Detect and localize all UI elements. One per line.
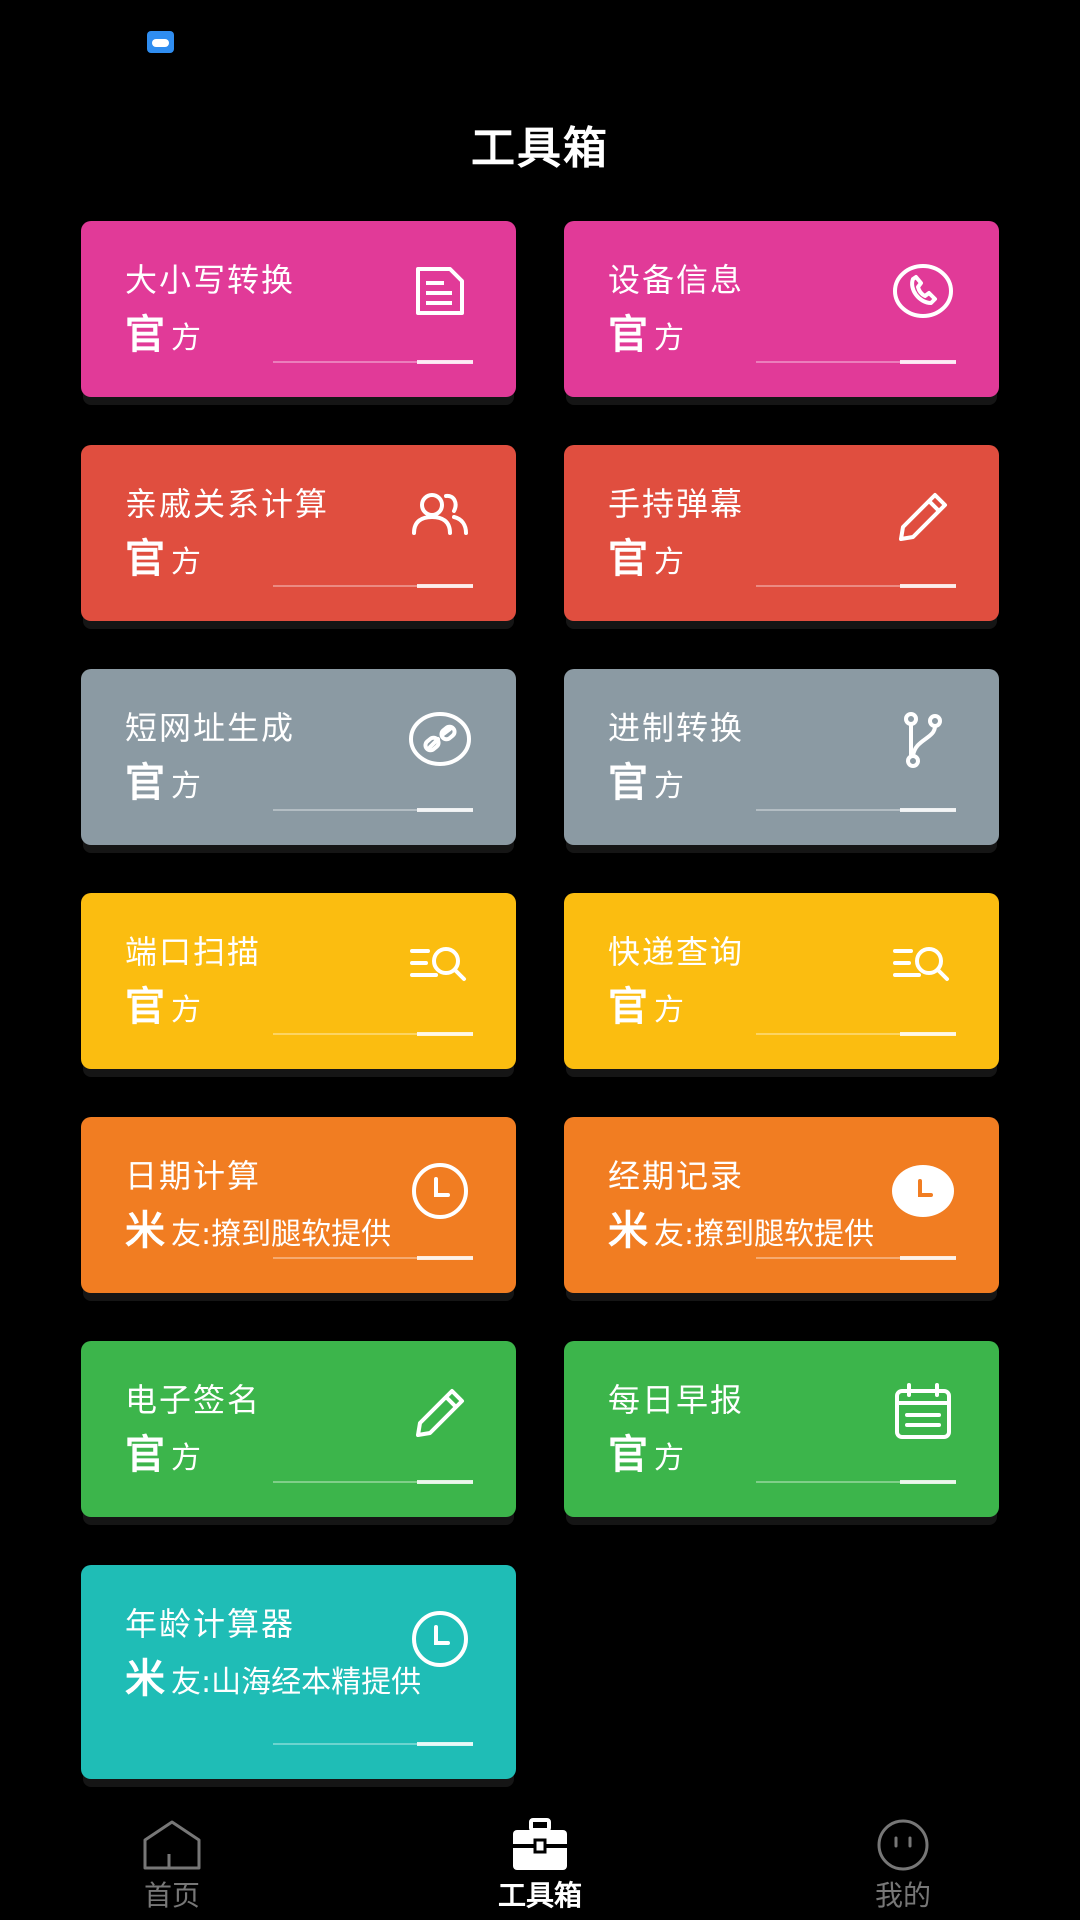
card-divider bbox=[273, 808, 473, 812]
card-title: 电子签名 bbox=[125, 1381, 262, 1419]
card-title: 大小写转换 bbox=[125, 261, 296, 299]
list-search-icon bbox=[408, 931, 472, 995]
tool-card-device-info[interactable]: 设备信息 官方 bbox=[564, 221, 999, 397]
card-divider bbox=[756, 1256, 956, 1260]
clock-icon bbox=[408, 1603, 472, 1667]
card-title: 进制转换 bbox=[608, 709, 745, 747]
face-icon bbox=[877, 1819, 929, 1871]
branch-icon bbox=[891, 707, 955, 771]
tool-card-case-convert[interactable]: 大小写转换 官方 bbox=[81, 221, 516, 397]
card-title: 每日早报 bbox=[608, 1381, 745, 1419]
tool-card-date-calc[interactable]: 日期计算 米友:撩到腿软提供 bbox=[81, 1117, 516, 1293]
card-title: 年龄计算器 bbox=[125, 1605, 296, 1643]
toolbox-icon bbox=[513, 1818, 567, 1870]
tool-card-express-query[interactable]: 快递查询 官方 bbox=[564, 893, 999, 1069]
card-title: 短网址生成 bbox=[125, 709, 296, 747]
nav-home-label: 首页 bbox=[143, 1879, 200, 1912]
card-title: 设备信息 bbox=[608, 261, 745, 299]
phone-icon bbox=[891, 259, 955, 323]
card-divider bbox=[273, 1256, 473, 1260]
document-icon bbox=[408, 259, 472, 323]
card-divider bbox=[756, 360, 956, 364]
card-title: 亲戚关系计算 bbox=[125, 485, 330, 523]
tool-card-period-record[interactable]: 经期记录 米友:撩到腿软提供 bbox=[564, 1117, 999, 1293]
people-icon bbox=[408, 483, 472, 547]
list-search-icon bbox=[891, 931, 955, 995]
card-divider bbox=[756, 584, 956, 588]
card-title: 经期记录 bbox=[608, 1157, 745, 1195]
tool-grid: 大小写转换 官方 设备信息 官方 亲戚关系计算 官方 手持弹幕 官方 短网址生成… bbox=[0, 0, 1080, 1800]
pencil-icon bbox=[891, 483, 955, 547]
card-title: 手持弹幕 bbox=[608, 485, 745, 523]
home-icon bbox=[143, 1820, 201, 1870]
card-title: 快递查询 bbox=[608, 933, 745, 971]
tool-card-base-convert[interactable]: 进制转换 官方 bbox=[564, 669, 999, 845]
tool-card-short-url[interactable]: 短网址生成 官方 bbox=[81, 669, 516, 845]
tool-card-relative-calc[interactable]: 亲戚关系计算 官方 bbox=[81, 445, 516, 621]
tool-card-handheld-barrage[interactable]: 手持弹幕 官方 bbox=[564, 445, 999, 621]
nav-mine[interactable]: 我的 bbox=[803, 1810, 1003, 1914]
clock-filled-icon bbox=[891, 1155, 955, 1219]
tool-card-port-scan[interactable]: 端口扫描 官方 bbox=[81, 893, 516, 1069]
nav-toolbox-label: 工具箱 bbox=[497, 1879, 582, 1912]
nav-toolbox[interactable]: 工具箱 bbox=[440, 1810, 640, 1914]
card-divider bbox=[273, 584, 473, 588]
card-divider bbox=[756, 1480, 956, 1484]
link-icon bbox=[408, 707, 472, 771]
card-title: 端口扫描 bbox=[125, 933, 262, 971]
card-title: 日期计算 bbox=[125, 1157, 262, 1195]
tool-card-e-signature[interactable]: 电子签名 官方 bbox=[81, 1341, 516, 1517]
tool-card-age-calc[interactable]: 年龄计算器 米友:山海经本精提供 bbox=[81, 1565, 516, 1779]
tool-card-daily-news[interactable]: 每日早报 官方 bbox=[564, 1341, 999, 1517]
card-divider bbox=[273, 1480, 473, 1484]
clock-icon bbox=[408, 1155, 472, 1219]
card-divider bbox=[273, 1032, 473, 1036]
card-divider bbox=[756, 808, 956, 812]
card-divider bbox=[273, 1742, 473, 1746]
card-divider bbox=[273, 360, 473, 364]
nav-mine-label: 我的 bbox=[874, 1879, 931, 1912]
nav-home[interactable]: 首页 bbox=[72, 1810, 272, 1914]
bottom-nav: 首页 工具箱 我的 bbox=[0, 1810, 1080, 1920]
card-divider bbox=[756, 1032, 956, 1036]
pencil-icon bbox=[408, 1379, 472, 1443]
calendar-icon bbox=[891, 1379, 955, 1443]
